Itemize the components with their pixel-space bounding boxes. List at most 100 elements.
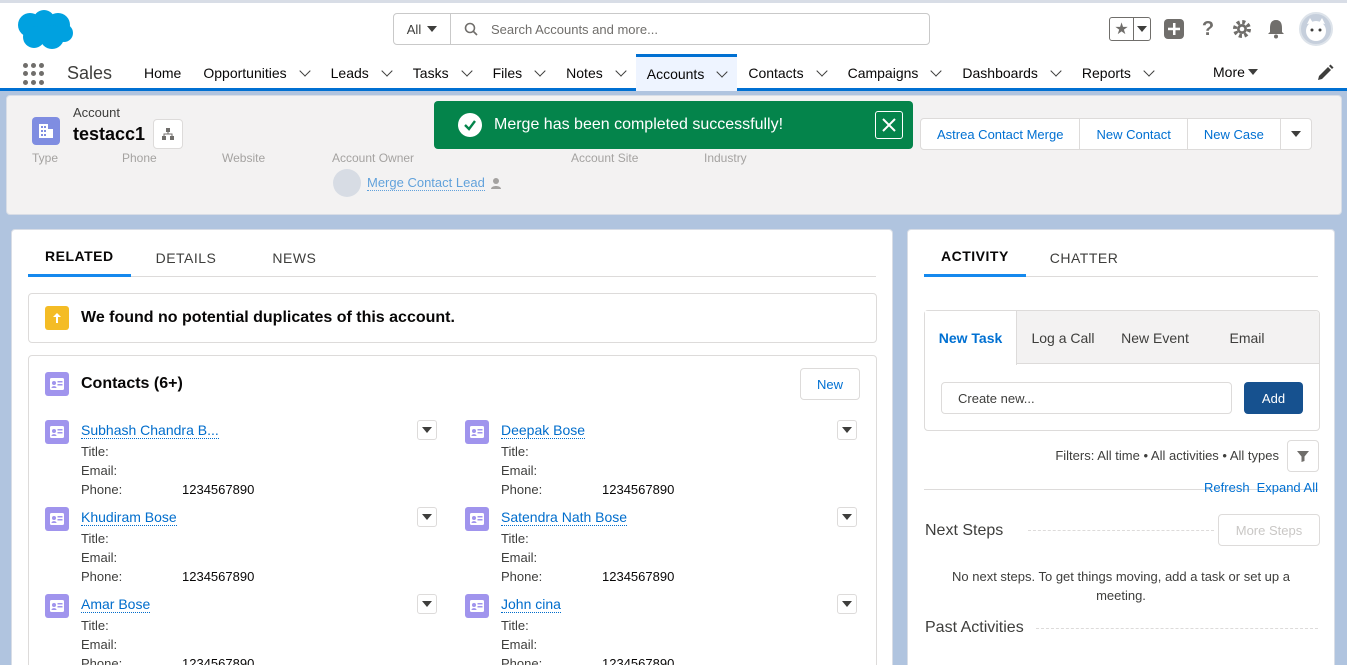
owner-link[interactable]: Merge Contact Lead xyxy=(367,175,485,191)
contact-name-link[interactable]: Amar Bose xyxy=(81,596,151,613)
chevron-down-icon[interactable] xyxy=(1143,64,1155,77)
activity-tabs: ACTIVITY CHATTER xyxy=(924,238,1318,277)
nav-item-tasks[interactable]: Tasks xyxy=(402,54,482,91)
new-contact-button[interactable]: New Contact xyxy=(1079,118,1188,150)
chevron-down-icon xyxy=(842,514,852,520)
search-scope-select[interactable]: All xyxy=(394,14,451,44)
add-icon[interactable] xyxy=(1163,18,1185,40)
tab-related[interactable]: RELATED xyxy=(28,238,131,277)
edit-nav-pencil-icon[interactable] xyxy=(1315,63,1335,83)
chevron-down-icon[interactable] xyxy=(1050,64,1062,77)
help-icon[interactable]: ? xyxy=(1197,18,1219,40)
tab-log-a-call[interactable]: Log a Call xyxy=(1017,311,1109,364)
nav-more-menu[interactable]: More xyxy=(1213,64,1258,80)
no-next-steps-message: No next steps. To get things moving, add… xyxy=(952,569,1290,603)
change-owner-icon[interactable] xyxy=(490,177,503,189)
row-actions-button[interactable] xyxy=(417,507,437,527)
tab-details[interactable]: DETAILS xyxy=(135,238,238,277)
chevron-down-icon[interactable] xyxy=(460,64,473,77)
tab-email[interactable]: Email xyxy=(1201,311,1293,364)
favorites-dropdown[interactable] xyxy=(1134,18,1150,40)
related-card: RELATED DETAILS NEWS We found no potenti… xyxy=(11,229,893,665)
refresh-link[interactable]: Refresh xyxy=(1204,480,1250,495)
star-icon[interactable]: ★ xyxy=(1110,18,1134,40)
chevron-down-icon[interactable] xyxy=(381,64,393,77)
account-building-icon xyxy=(32,117,60,145)
contact-icon xyxy=(45,507,69,531)
nav-item-accounts[interactable]: Accounts xyxy=(635,54,738,91)
row-actions-button[interactable] xyxy=(837,507,857,527)
toast-close-button[interactable] xyxy=(875,111,903,139)
chevron-down-icon xyxy=(427,26,438,32)
chevron-down-icon xyxy=(422,427,432,433)
merge-icon xyxy=(45,306,69,330)
chevron-down-icon[interactable] xyxy=(534,64,546,77)
duplicates-card: We found no potential duplicates of this… xyxy=(28,293,877,343)
notifications-bell-icon[interactable] xyxy=(1265,18,1287,40)
add-task-button[interactable]: Add xyxy=(1244,382,1303,414)
chevron-down-icon[interactable] xyxy=(930,64,943,77)
record-action-buttons: Astrea Contact Merge New Contact New Cas… xyxy=(920,118,1312,150)
contacts-list-title[interactable]: Contacts (6+) xyxy=(81,375,183,393)
view-hierarchy-button[interactable] xyxy=(153,119,183,149)
field-label-website: Website xyxy=(222,151,266,165)
more-steps-button: More Steps xyxy=(1218,514,1320,546)
record-tabs: RELATED DETAILS NEWS xyxy=(28,238,876,277)
astrea-contact-merge-button[interactable]: Astrea Contact Merge xyxy=(920,118,1081,150)
field-label-phone: Phone xyxy=(122,151,157,165)
chevron-down-icon xyxy=(422,601,432,607)
contact-name-link[interactable]: Khudiram Bose xyxy=(81,509,177,526)
title-label: Title: xyxy=(501,444,529,459)
filter-button[interactable] xyxy=(1287,440,1319,472)
nav-item-notes[interactable]: Notes xyxy=(555,54,636,91)
chevron-down-icon xyxy=(842,427,852,433)
nav-item-files[interactable]: Files xyxy=(482,54,556,91)
title-label: Title: xyxy=(501,618,529,633)
chevron-down-icon[interactable] xyxy=(716,66,728,78)
chevron-down-icon[interactable] xyxy=(815,64,828,77)
contact-name-link[interactable]: Satendra Nath Bose xyxy=(501,509,628,526)
nav-item-reports[interactable]: Reports xyxy=(1071,54,1164,91)
success-toast: Merge has been completed successfully! xyxy=(434,101,913,149)
tab-new-task[interactable]: New Task xyxy=(925,311,1017,365)
contact-name-link[interactable]: Deepak Bose xyxy=(501,422,586,439)
create-task-input[interactable] xyxy=(941,382,1232,414)
expand-all-link[interactable]: Expand All xyxy=(1257,480,1318,495)
list-item: Amar Bose Title: Email: Phone: 123456789… xyxy=(45,594,445,665)
row-actions-button[interactable] xyxy=(417,594,437,614)
email-label: Email: xyxy=(81,637,118,652)
chevron-down-icon[interactable] xyxy=(615,64,627,77)
user-avatar[interactable] xyxy=(1299,12,1333,46)
nav-item-opportunities[interactable]: Opportunities xyxy=(192,54,319,91)
search-icon xyxy=(451,14,491,44)
tab-news[interactable]: NEWS xyxy=(241,238,333,277)
nav-item-dashboards[interactable]: Dashboards xyxy=(951,54,1071,91)
contact-name-link[interactable]: Subhash Chandra B... xyxy=(81,422,219,439)
nav-item-leads[interactable]: Leads xyxy=(320,54,402,91)
salesforce-logo-icon[interactable] xyxy=(14,9,74,51)
list-item: Deepak Bose Title: Email: Phone: 1234567… xyxy=(465,420,865,500)
tab-new-event[interactable]: New Event xyxy=(1109,311,1201,364)
hierarchy-icon xyxy=(162,128,174,140)
search-input[interactable] xyxy=(491,14,929,44)
new-contact-list-button[interactable]: New xyxy=(799,368,860,400)
row-actions-button[interactable] xyxy=(837,594,857,614)
tab-activity[interactable]: ACTIVITY xyxy=(924,238,1026,277)
row-actions-button[interactable] xyxy=(837,420,857,440)
favorites-button[interactable]: ★ xyxy=(1109,17,1151,41)
gear-icon[interactable] xyxy=(1231,18,1253,40)
chevron-down-icon xyxy=(842,601,852,607)
more-actions-button[interactable] xyxy=(1279,118,1312,150)
tab-chatter[interactable]: CHATTER xyxy=(1030,238,1139,277)
chevron-down-icon[interactable] xyxy=(298,64,311,77)
success-check-icon xyxy=(458,113,482,137)
nav-item-contacts[interactable]: Contacts xyxy=(737,54,836,91)
nav-item-home[interactable]: Home xyxy=(133,54,192,91)
nav-item-campaigns[interactable]: Campaigns xyxy=(837,54,952,91)
app-launcher-icon[interactable] xyxy=(23,63,45,85)
divider xyxy=(1028,530,1214,531)
new-case-button[interactable]: New Case xyxy=(1186,118,1281,150)
row-actions-button[interactable] xyxy=(417,420,437,440)
title-label: Title: xyxy=(501,531,529,546)
contact-name-link[interactable]: John cina xyxy=(501,596,561,613)
